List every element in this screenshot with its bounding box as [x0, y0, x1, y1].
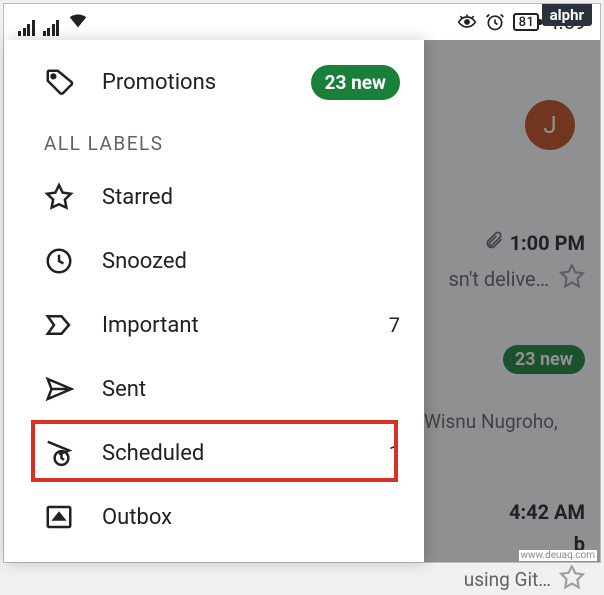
- signal-2-icon: [43, 20, 60, 36]
- new-count-badge: 23 new: [311, 65, 400, 100]
- nav-item-snoozed[interactable]: Snoozed: [4, 229, 424, 293]
- tag-icon: [44, 67, 74, 97]
- nav-item-sent[interactable]: Sent: [4, 357, 424, 421]
- eye-icon: [457, 12, 477, 32]
- nav-item-scheduled[interactable]: Scheduled 1: [4, 421, 424, 485]
- nav-count: 7: [389, 313, 400, 337]
- clock-icon: [44, 246, 74, 276]
- star-icon: [44, 182, 74, 212]
- nav-label: Outbox: [102, 505, 400, 530]
- nav-label: Promotions: [102, 70, 283, 95]
- alarm-icon: [485, 12, 505, 32]
- nav-item-important[interactable]: Important 7: [4, 293, 424, 357]
- nav-label: Important: [102, 313, 361, 338]
- star-icon[interactable]: [559, 564, 585, 595]
- nav-label: Snoozed: [102, 249, 400, 274]
- watermark: www.deuaq.com: [519, 550, 598, 561]
- nav-label: Starred: [102, 185, 400, 210]
- battery-icon: 81: [513, 13, 540, 31]
- send-icon: [44, 374, 74, 404]
- battery-pct: 81: [519, 15, 535, 30]
- nav-item-starred[interactable]: Starred: [4, 165, 424, 229]
- nav-label: Scheduled: [102, 441, 361, 466]
- nav-label: Sent: [102, 377, 400, 402]
- navigation-drawer: Promotions 23 new ALL LABELS Starred Sno…: [4, 40, 424, 562]
- scheduled-send-icon: [44, 438, 74, 468]
- source-badge: alphr: [542, 4, 592, 26]
- email-snippet: using Git…: [464, 568, 551, 591]
- wifi-icon: [67, 9, 89, 36]
- nav-item-outbox[interactable]: Outbox: [4, 485, 424, 549]
- outbox-icon: [44, 502, 74, 532]
- important-icon: [44, 310, 74, 340]
- status-bar: 81 4:59: [4, 4, 600, 40]
- nav-count: 1: [389, 441, 400, 465]
- section-header-labels: ALL LABELS: [4, 114, 424, 165]
- nav-item-promotions[interactable]: Promotions 23 new: [4, 50, 424, 114]
- signal-1-icon: [18, 20, 35, 36]
